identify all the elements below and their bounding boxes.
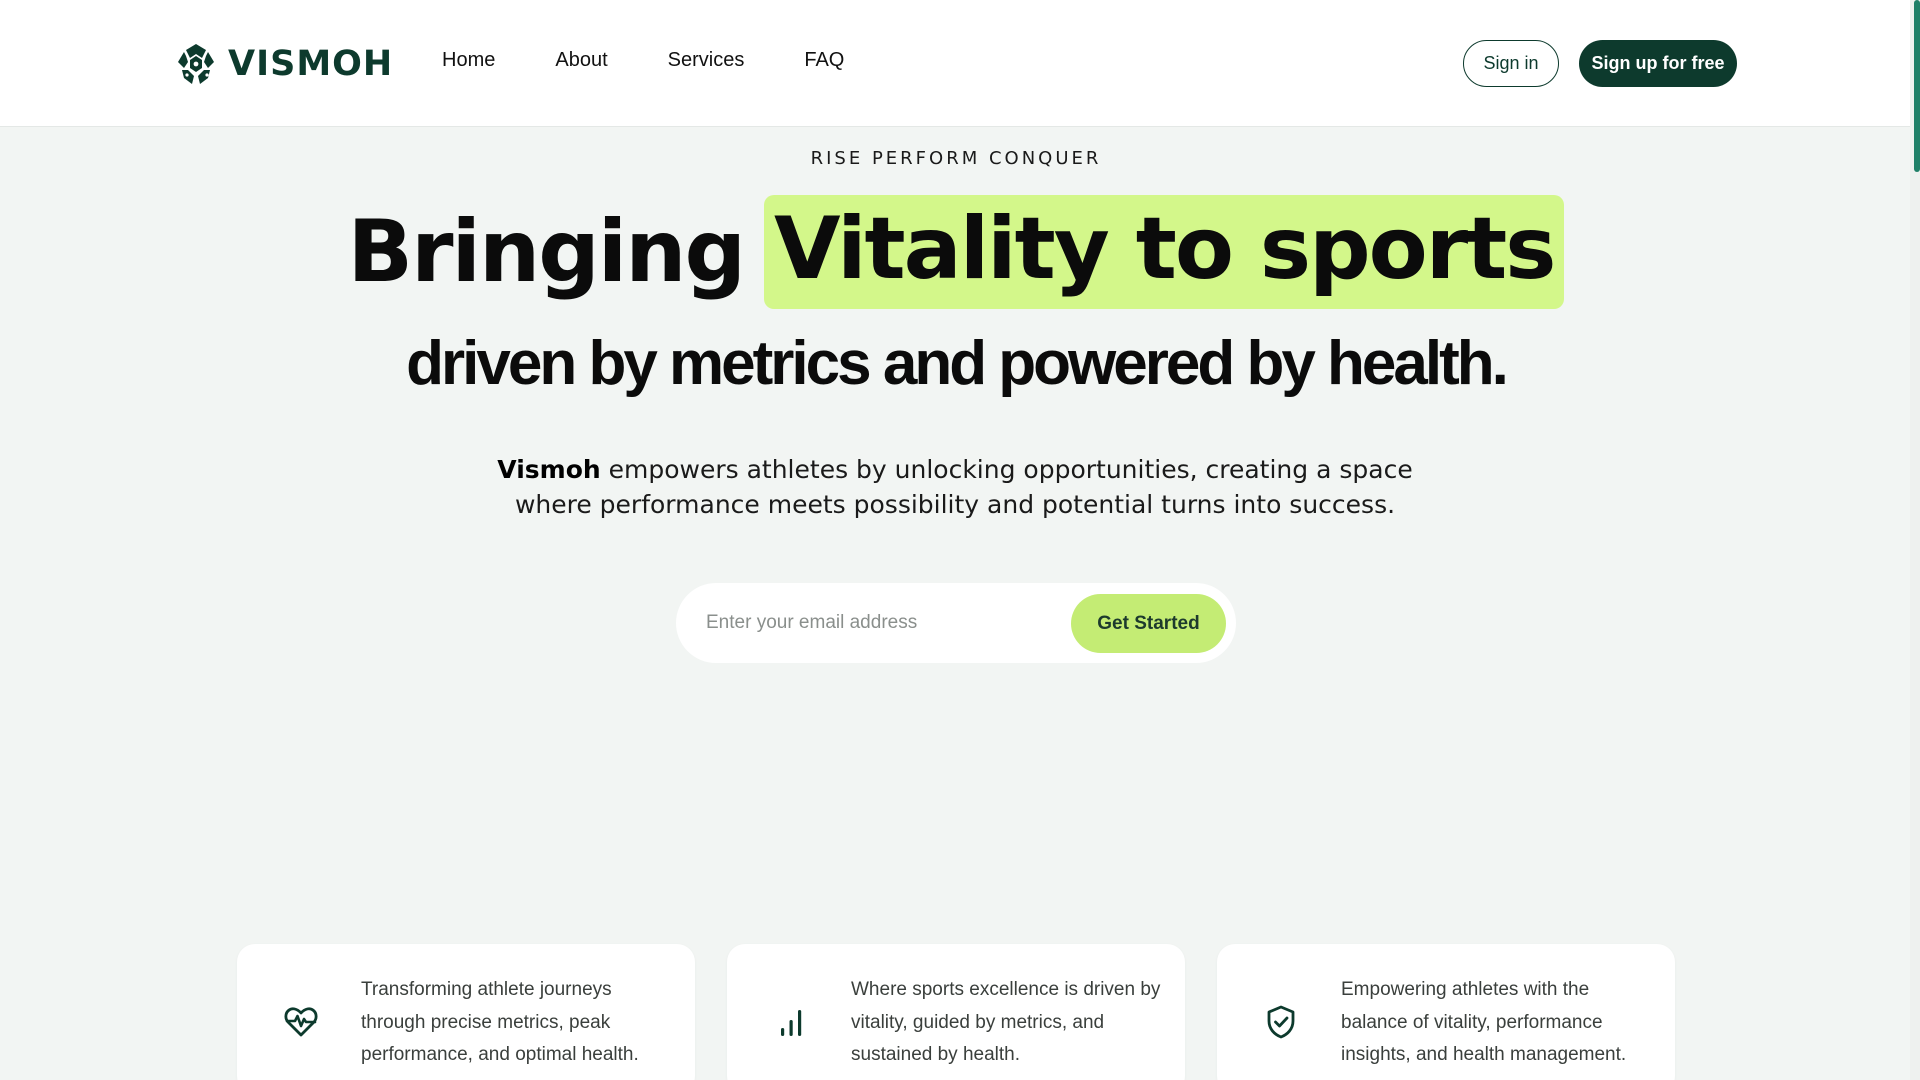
feature-text: Transforming athlete journeys through pr… — [361, 979, 639, 1065]
feature-card: Empowering athletes with the balance of … — [1217, 944, 1675, 1080]
headline-plain-text: Bringing — [347, 202, 746, 302]
description-text: empowers athletes by unlocking opportuni… — [514, 455, 1413, 519]
feature-card: Transforming athlete journeys through pr… — [237, 944, 695, 1080]
nav-item-home[interactable]: Home — [442, 49, 495, 72]
get-started-button[interactable]: Get Started — [1071, 594, 1226, 653]
brand-name: VISMOH — [228, 44, 394, 84]
nav-item-services[interactable]: Services — [668, 49, 745, 72]
hero-subheading: driven by metrics and powered by health. — [406, 329, 1509, 398]
hero-eyebrow: RISE PERFORM CONQUER — [810, 148, 1102, 169]
headline-highlight-text: Vitality to sports — [764, 195, 1565, 309]
feature-text: Where sports excellence is driven by vit… — [851, 979, 1161, 1065]
sign-up-button[interactable]: Sign up for free — [1579, 40, 1737, 87]
email-input[interactable] — [706, 593, 1086, 653]
feature-card: Where sports excellence is driven by vit… — [727, 944, 1185, 1080]
hero-description: Vismoh empowers athletes by unlocking op… — [480, 452, 1430, 522]
email-signup-form: Get Started — [676, 583, 1236, 663]
site-header: VISMOH Home About Services FAQ Sign in S… — [0, 0, 1910, 127]
vismoh-logo-icon — [178, 44, 214, 84]
description-brand: Vismoh — [497, 455, 601, 484]
shield-check-icon — [1267, 1005, 1295, 1039]
nav-item-faq[interactable]: FAQ — [804, 49, 844, 72]
feature-text: Empowering athletes with the balance of … — [1341, 979, 1627, 1065]
brand-logo-link[interactable]: VISMOH — [176, 42, 393, 86]
scrollbar-thumb[interactable] — [1914, 0, 1920, 172]
bar-chart-icon — [781, 1010, 802, 1036]
hero-headline: Bringing Vitality to sports — [0, 195, 1912, 309]
sign-in-button[interactable]: Sign in — [1463, 40, 1559, 87]
nav-item-about[interactable]: About — [555, 49, 607, 72]
heart-pulse-icon — [284, 1007, 318, 1037]
main-nav: Home About Services FAQ — [442, 49, 844, 72]
